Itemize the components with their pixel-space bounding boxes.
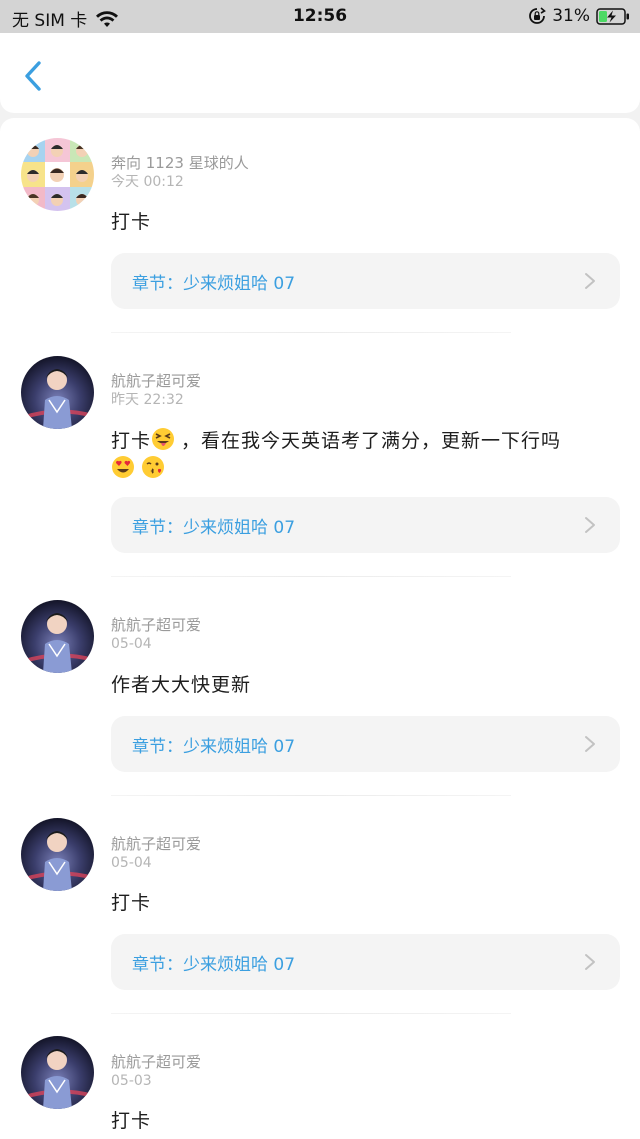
comment-content: 打卡 — [111, 211, 152, 233]
comment-time: 05-04 — [111, 855, 152, 871]
comment-time: 05-03 — [111, 1073, 152, 1089]
username[interactable]: 航航子超可爱 — [111, 371, 201, 391]
avatar[interactable] — [21, 356, 94, 429]
comment-content: 打卡 — [111, 892, 152, 914]
username[interactable]: 航航子超可爱 — [111, 615, 201, 635]
chapter-link[interactable]: 章节：少来烦姐哈 07 — [111, 497, 620, 553]
username[interactable]: 航航子超可爱 — [111, 834, 201, 854]
chapter-label: 章节：少来烦姐哈 07 — [132, 518, 296, 538]
comment-content: 打卡 ，看在我今天英语考了满分，更新一下行吗 — [111, 427, 614, 483]
chevron-right-icon — [585, 736, 595, 752]
chevron-right-icon — [585, 273, 595, 289]
comment-text-b: ，看在我今天英语考了满分，更新一下行吗 — [181, 430, 562, 452]
avatar[interactable] — [21, 1036, 94, 1109]
comment-time: 今天 00:12 — [111, 174, 184, 190]
comment-text-a: 打卡 — [111, 430, 152, 452]
avatar-image — [21, 831, 94, 891]
chapter-link[interactable]: 章节：少来烦姐哈 07 — [111, 716, 620, 772]
avatar-image — [21, 369, 94, 429]
comment-meta: 航航子超可爱 05-03 — [111, 1052, 201, 1090]
chapter-label: 章节：少来烦姐哈 07 — [132, 955, 296, 975]
avatar-image — [21, 1049, 94, 1109]
battery-charging-icon — [596, 7, 629, 25]
kissing-heart-emoji — [142, 456, 164, 478]
status-bar: 无 SIM 卡 12:56 31% — [0, 0, 640, 33]
comment-time: 05-04 — [111, 636, 152, 652]
comment-meta: 航航子超可爱 05-04 — [111, 834, 201, 872]
divider — [111, 332, 511, 333]
avatar-image — [21, 613, 94, 673]
chapter-label: 章节：少来烦姐哈 07 — [132, 274, 296, 294]
comment-meta: 奔向 1123 星球的人 今天 00:12 — [111, 153, 249, 191]
comment-time: 昨天 22:32 — [111, 392, 184, 408]
heart-eyes-emoji — [112, 456, 134, 478]
username[interactable]: 奔向 1123 星球的人 — [111, 153, 249, 173]
avatar[interactable] — [21, 818, 94, 891]
username[interactable]: 航航子超可爱 — [111, 1052, 201, 1072]
avatar[interactable] — [21, 600, 94, 673]
comment-meta: 航航子超可爱 昨天 22:32 — [111, 371, 201, 409]
chevron-right-icon — [585, 517, 595, 533]
battery-percent: 31% — [552, 6, 590, 26]
divider — [111, 576, 511, 577]
nav-bar — [0, 33, 640, 113]
comment-content: 作者大大快更新 — [111, 674, 252, 696]
comment-content: 打卡 — [111, 1110, 152, 1132]
status-right-group: 31% — [528, 6, 630, 26]
chapter-link[interactable]: 章节：少来烦姐哈 07 — [111, 253, 620, 309]
chapter-label: 章节：少来烦姐哈 07 — [132, 737, 296, 757]
comment-meta: 航航子超可爱 05-04 — [111, 615, 201, 653]
avatar-image — [21, 138, 94, 211]
orientation-lock-icon — [529, 7, 547, 24]
squinting-tongue-emoji — [152, 428, 175, 450]
avatar[interactable] — [21, 138, 94, 211]
divider — [111, 795, 511, 796]
back-button[interactable] — [18, 59, 52, 93]
comment-list: 奔向 1123 星球的人 今天 00:12 打卡 章节：少来烦姐哈 07 航航子… — [0, 118, 640, 1139]
chapter-link[interactable]: 章节：少来烦姐哈 07 — [111, 934, 620, 990]
divider — [111, 1013, 511, 1014]
chevron-right-icon — [585, 954, 595, 970]
